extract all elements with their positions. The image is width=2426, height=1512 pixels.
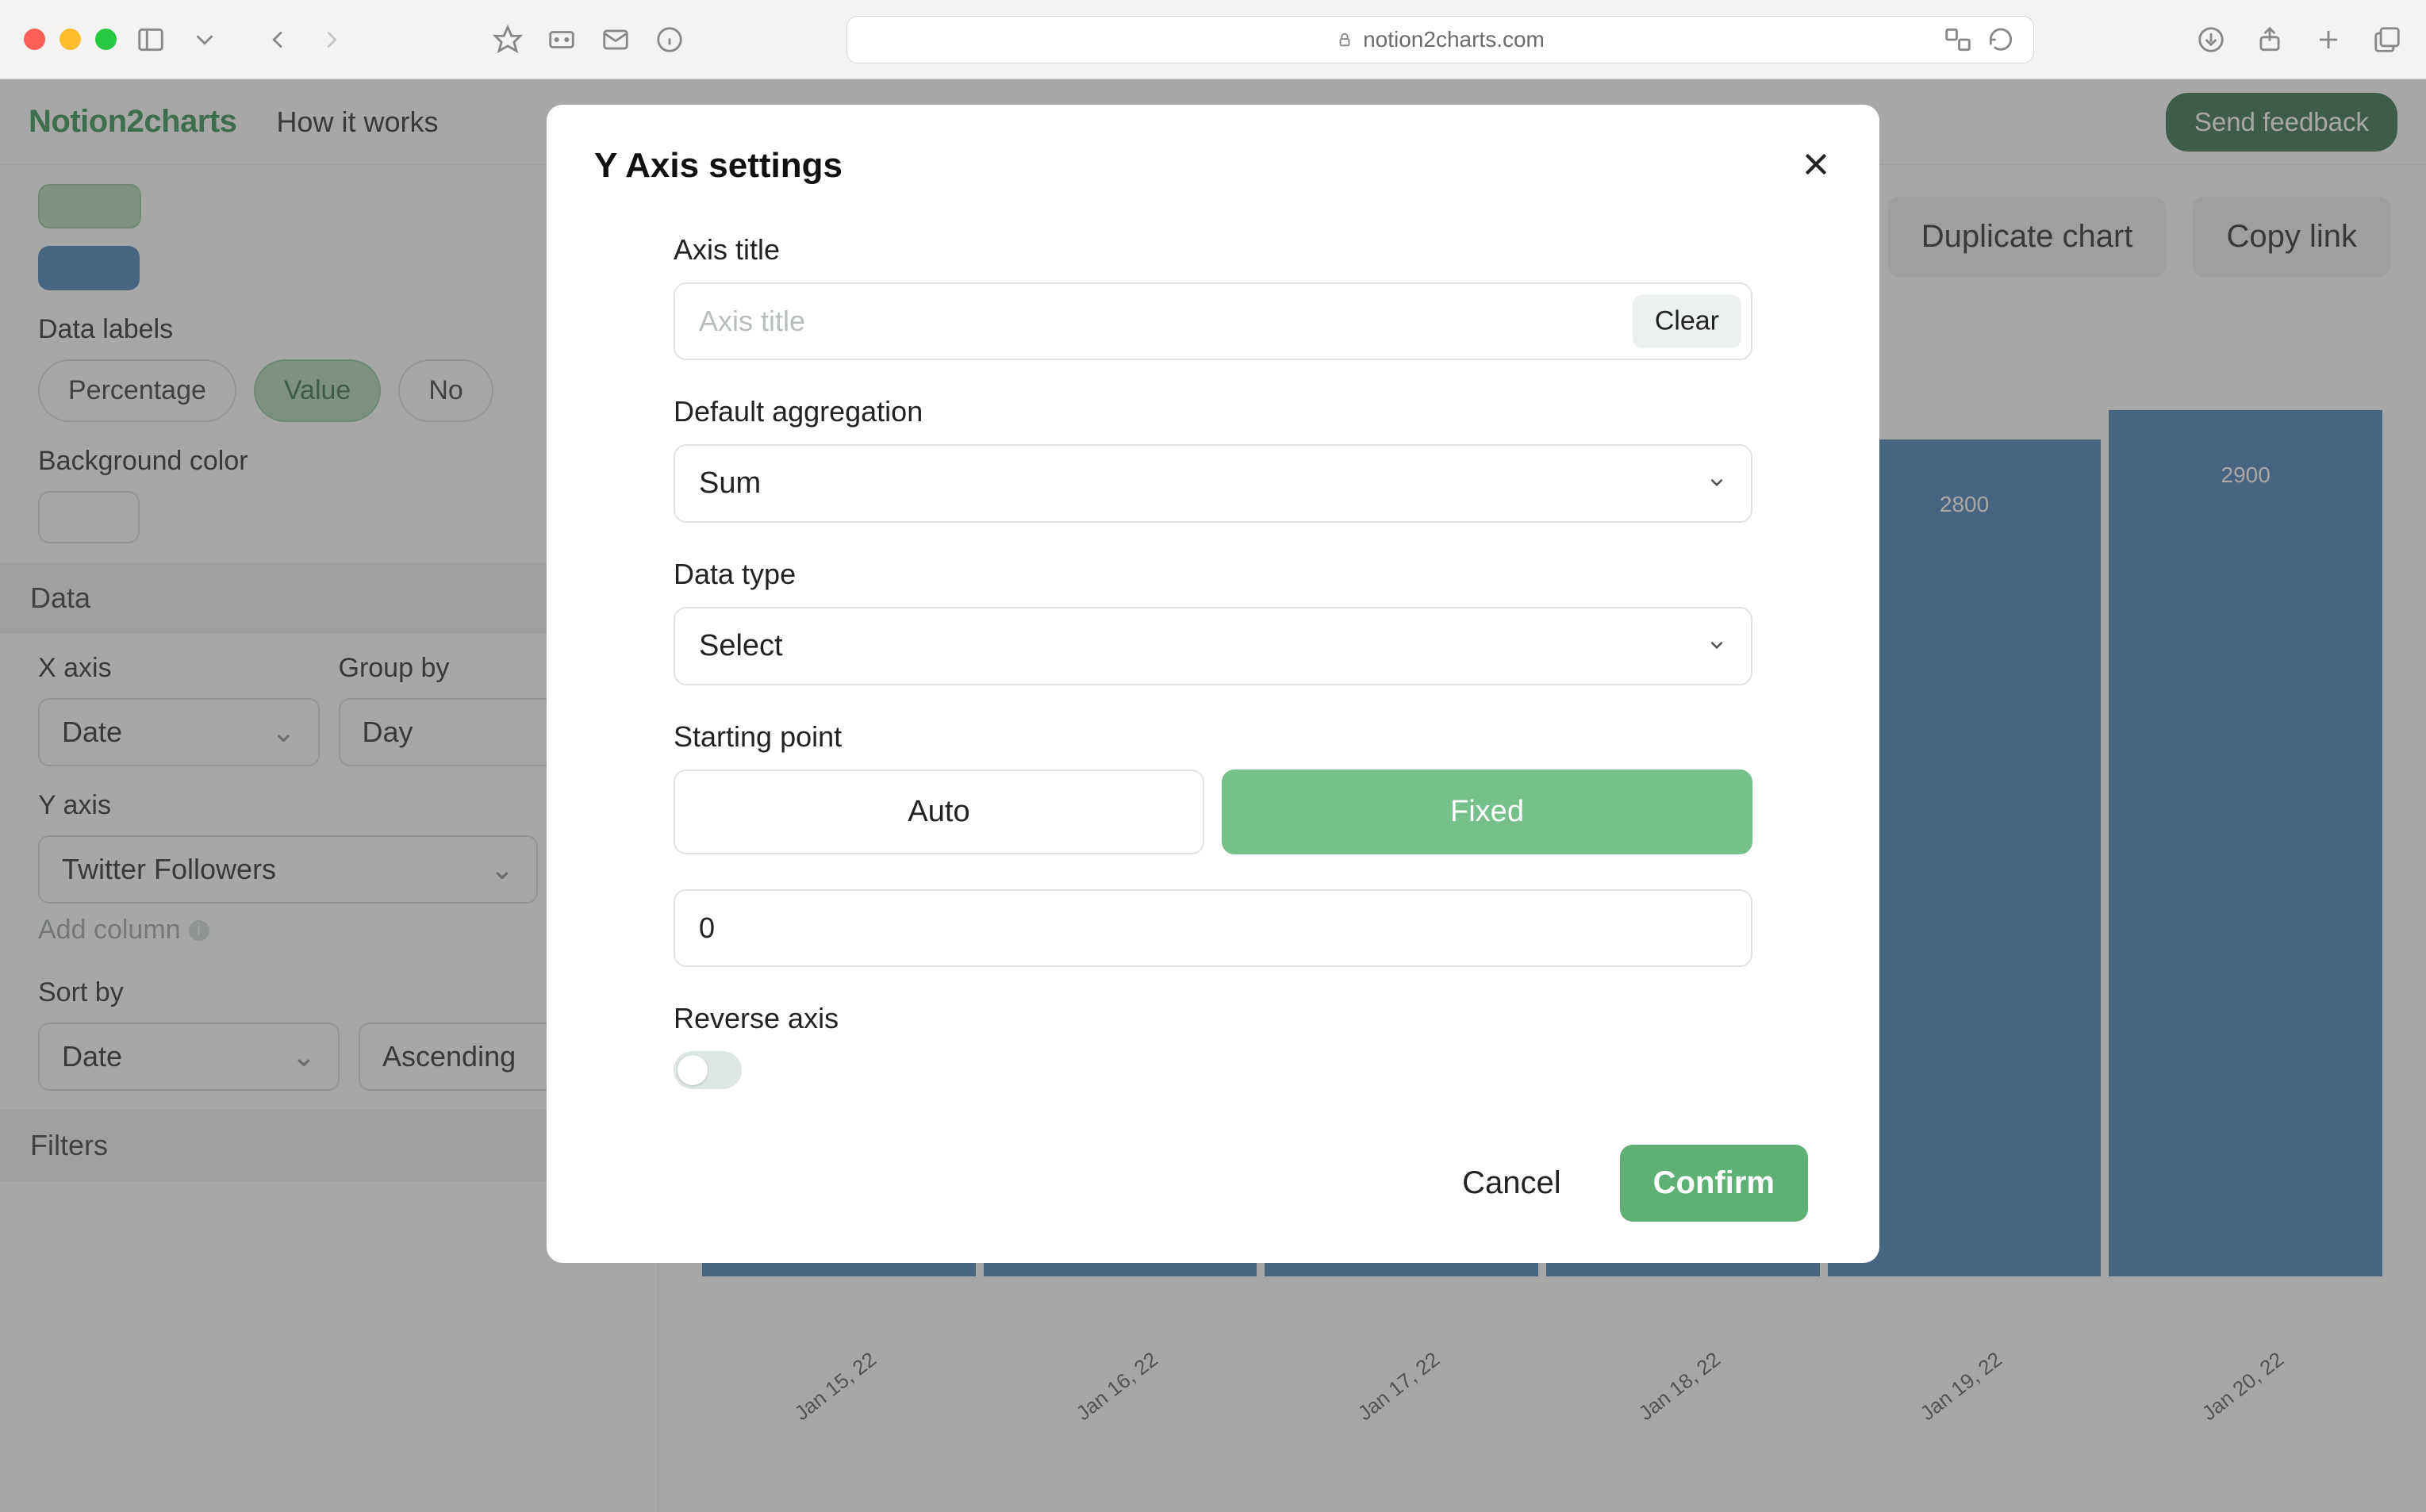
- reverse-axis-label: Reverse axis: [674, 1002, 1752, 1035]
- data-type-select[interactable]: Select: [674, 607, 1752, 685]
- y-axis-settings-modal: Y Axis settings Axis title Clear Default…: [547, 105, 1879, 1263]
- reverse-axis-toggle[interactable]: [674, 1051, 742, 1089]
- clear-button[interactable]: Clear: [1633, 295, 1741, 348]
- window-maximize[interactable]: [95, 29, 117, 50]
- starting-point-label: Starting point: [674, 720, 1752, 754]
- confirm-button[interactable]: Confirm: [1620, 1145, 1808, 1222]
- aggregation-select[interactable]: Sum: [674, 444, 1752, 523]
- info-icon[interactable]: [654, 25, 685, 55]
- address-bar[interactable]: notion2charts.com: [846, 16, 2034, 63]
- chevron-down-icon[interactable]: [190, 25, 220, 55]
- axis-title-input[interactable]: [674, 282, 1752, 360]
- aggregation-value: Sum: [699, 466, 761, 501]
- mail-icon[interactable]: [601, 25, 631, 55]
- browser-toolbar: notion2charts.com: [0, 0, 2426, 79]
- downloads-icon[interactable]: [2196, 25, 2226, 55]
- privacy-icon[interactable]: [547, 25, 577, 55]
- aggregation-label: Default aggregation: [674, 395, 1752, 428]
- reload-icon[interactable]: [1986, 25, 2016, 55]
- translate-icon[interactable]: [1943, 25, 1973, 55]
- data-type-value: Select: [699, 629, 783, 663]
- tabs-icon[interactable]: [2372, 25, 2402, 55]
- starting-value-input[interactable]: [674, 889, 1752, 967]
- lock-icon: [1336, 31, 1353, 48]
- data-type-label: Data type: [674, 558, 1752, 591]
- bookmark-icon[interactable]: [493, 25, 523, 55]
- back-icon[interactable]: [263, 25, 293, 55]
- close-button[interactable]: [1800, 148, 1832, 184]
- axis-title-label: Axis title: [674, 233, 1752, 267]
- starting-auto-button[interactable]: Auto: [674, 769, 1204, 854]
- traffic-lights: [24, 29, 117, 50]
- close-icon: [1800, 148, 1832, 180]
- modal-title: Y Axis settings: [594, 146, 843, 186]
- share-icon[interactable]: [2255, 25, 2285, 55]
- sidebar-toggle-icon[interactable]: [136, 25, 166, 55]
- url-text: notion2charts.com: [1363, 27, 1545, 52]
- forward-icon[interactable]: [317, 25, 347, 55]
- chevron-down-icon: [1706, 629, 1727, 663]
- starting-fixed-button[interactable]: Fixed: [1222, 769, 1752, 854]
- window-close[interactable]: [24, 29, 45, 50]
- cancel-button[interactable]: Cancel: [1438, 1146, 1585, 1220]
- chevron-down-icon: [1706, 466, 1727, 501]
- window-minimize[interactable]: [59, 29, 81, 50]
- new-tab-icon[interactable]: [2313, 25, 2343, 55]
